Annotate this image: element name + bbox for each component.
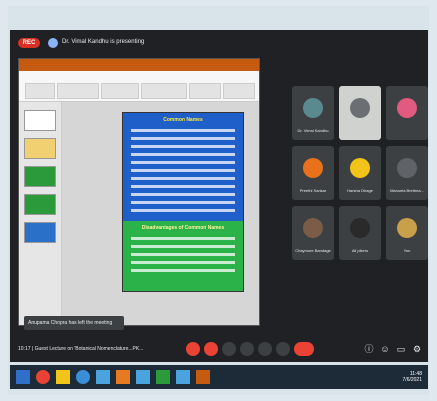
slide-thumbnail[interactable] [24,166,56,187]
current-slide: Common Names Disadvantages of Common Nam… [122,112,244,292]
present-button[interactable] [258,342,272,356]
raise-hand-button[interactable] [240,342,254,356]
avatar [303,218,323,238]
slide-thumbnail[interactable] [24,194,56,215]
participant-tile[interactable]: Harsha Dhage [339,146,381,200]
monitor-screen: REC Dr. Vimal Kandhu is presenting Commo… [10,30,428,362]
participant-tile[interactable]: Dr. Vimal Kandhu [292,86,334,140]
participant-tiles: Dr. Vimal Kandhu Preethi Sankar Harsha D… [292,86,428,320]
powerpoint-title-bar [19,59,259,71]
windows-taskbar: 11:48 7/6/2021 [10,365,428,389]
avatar [397,158,417,178]
leave-notification: Anupama Chopra has left the meeting [24,316,124,330]
participant-tile[interactable]: You [386,206,428,260]
camera-off-button[interactable] [204,342,218,356]
recording-badge: REC [18,38,40,48]
info-icon[interactable]: ⓘ [364,344,374,354]
avatar [350,158,370,178]
avatar [350,98,370,118]
avatar [397,218,417,238]
people-icon[interactable]: ☺ [380,344,390,354]
avatar [397,98,417,118]
more-options-button[interactable] [276,342,290,356]
edge-icon[interactable] [76,370,90,384]
captions-button[interactable] [222,342,236,356]
slide-subheading: Disadvantages of Common Names [141,225,225,231]
presenter-status: Dr. Vimal Kandhu is presenting [62,39,145,45]
app-icon[interactable] [96,370,110,384]
mic-off-button[interactable] [186,342,200,356]
app-icon[interactable] [116,370,130,384]
leave-call-button[interactable] [294,342,314,356]
avatar [350,218,370,238]
meet-top-bar: REC Dr. Vimal Kandhu is presenting [10,30,428,52]
powerpoint-icon[interactable] [196,370,210,384]
app-icon[interactable] [176,370,190,384]
slide-thumbnail[interactable] [24,222,56,243]
slide-green-section: Disadvantages of Common Names [123,221,243,291]
explorer-icon[interactable] [56,370,70,384]
app-icon[interactable] [156,370,170,384]
shared-screen: Common Names Disadvantages of Common Nam… [18,58,260,326]
participant-tile[interactable]: Chaymore Bandage [292,206,334,260]
slide-thumbnails [19,102,62,325]
powerpoint-ribbon [19,71,259,102]
participant-tile[interactable] [386,86,428,140]
windows-start-icon[interactable] [16,370,30,384]
meet-control-bar: 10:17 | Guest Lecture on 'Botanical Nome… [10,336,428,362]
slide-heading: Common Names [163,117,203,123]
activities-icon[interactable]: ⚙ [412,344,422,354]
participant-tile[interactable]: Preethi Sankar [292,146,334,200]
slide-editor: Common Names Disadvantages of Common Nam… [62,102,259,325]
slide-thumbnail[interactable] [24,110,56,131]
participant-tile[interactable]: Manuela Brettma... [386,146,428,200]
participant-tile[interactable] [339,86,381,140]
system-tray-clock[interactable]: 11:48 7/6/2021 [403,371,422,383]
presenter-avatar-icon [48,38,58,48]
meeting-info: 10:17 | Guest Lecture on 'Botanical Nome… [18,346,144,352]
app-icon[interactable] [136,370,150,384]
avatar [303,98,323,118]
slide-thumbnail[interactable] [24,138,56,159]
chat-icon[interactable]: ▭ [396,344,406,354]
chrome-icon[interactable] [36,370,50,384]
participant-tile[interactable]: All pikers [339,206,381,260]
avatar [303,158,323,178]
